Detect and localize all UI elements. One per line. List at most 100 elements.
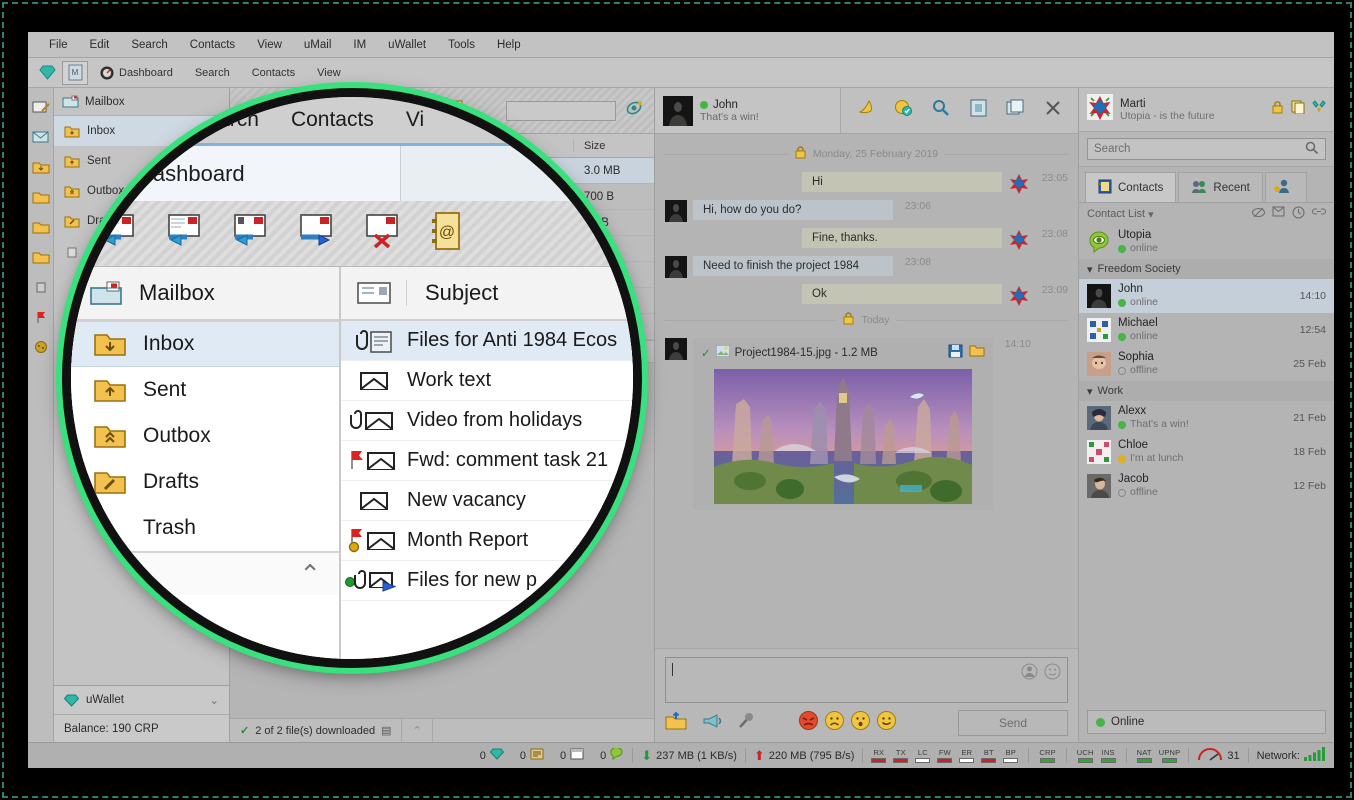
tab-dashboard[interactable]: Dashboard (90, 61, 183, 85)
my-status-selector[interactable]: Online (1087, 710, 1326, 734)
menu-item-uwallet[interactable]: uWallet (377, 32, 437, 58)
uwallet-title-row[interactable]: uWallet ⌄ (54, 686, 229, 714)
magnified-folder-outbox[interactable]: Outbox (71, 413, 339, 459)
magnified-mail-row[interactable]: New vacancy (341, 481, 633, 521)
umail-app-icon[interactable]: M (62, 60, 88, 85)
card-icon[interactable] (969, 98, 988, 123)
menu-item-umail[interactable]: uMail (293, 32, 342, 58)
magnified-tab-search[interactable]: Search (176, 108, 275, 132)
contact-group-header[interactable]: ▾ Work (1079, 381, 1334, 401)
list-item[interactable]: Michael online 12:54 (1079, 313, 1334, 347)
close-icon[interactable] (1043, 98, 1063, 123)
send-button[interactable]: Send (958, 710, 1068, 736)
list-item[interactable]: Sophia offline 25 Feb (1079, 347, 1334, 381)
chevron-down-icon[interactable]: ▾ (1087, 385, 1093, 398)
tab-contacts[interactable]: Contacts (242, 61, 305, 85)
menu-item-search[interactable]: Search (120, 32, 178, 58)
menu-item-im[interactable]: IM (342, 32, 377, 58)
emoji-picker-icon[interactable] (1044, 663, 1061, 685)
rail-folder-outbox-icon[interactable] (28, 212, 53, 242)
rail-flag-icon[interactable] (28, 302, 53, 332)
tab-search[interactable]: Search (185, 61, 240, 85)
menu-item-file[interactable]: File (38, 32, 79, 58)
magnified-mailbox-header[interactable]: Mailbox (71, 267, 339, 321)
link-icon[interactable] (1312, 206, 1326, 222)
magnified-mail-row[interactable]: Video from holidays (341, 401, 633, 441)
menu-item-edit[interactable]: Edit (79, 32, 121, 58)
tab-recent[interactable]: Recent (1178, 172, 1263, 202)
search-icon[interactable] (931, 98, 951, 123)
magnified-dashboard-tab[interactable]: Dashboard (71, 146, 401, 201)
open-folder-icon[interactable] (969, 344, 985, 361)
magnified-folder-trash[interactable]: Trash (71, 505, 339, 551)
magnified-folder-sent[interactable]: Sent (71, 367, 339, 413)
magnified-folder-inbox[interactable]: Inbox (71, 321, 339, 367)
chat-message-input[interactable] (665, 657, 1068, 703)
tab-view[interactable]: View (307, 61, 351, 85)
search-icon[interactable] (1305, 141, 1319, 158)
sad-emoji[interactable] (825, 711, 844, 735)
copy-id-icon[interactable] (1291, 100, 1305, 119)
magnified-mail-row[interactable]: Files for new p (341, 561, 633, 601)
lock-icon[interactable] (1271, 100, 1284, 119)
bell-icon[interactable] (856, 98, 876, 123)
surprised-emoji[interactable] (851, 711, 870, 735)
magnified-tab-view[interactable]: Vi (390, 108, 440, 132)
window-icon[interactable] (1005, 98, 1025, 123)
contact-group-header[interactable]: ▾ Freedom Society (1079, 259, 1334, 279)
file-card[interactable]: ✓ Project1984-15.jpg - 1.2 MB (693, 338, 993, 510)
angry-emoji[interactable] (799, 711, 818, 735)
save-file-icon[interactable] (948, 344, 963, 361)
tools-icon[interactable] (1312, 100, 1326, 119)
list-item[interactable]: Utopia online (1079, 225, 1334, 259)
chevron-down-icon[interactable]: ▾ (1087, 263, 1093, 276)
magnified-mail-row[interactable]: Work text (341, 361, 633, 401)
uwallet-collapse-icon[interactable]: ⌄ (209, 693, 219, 707)
megaphone-icon[interactable] (701, 712, 723, 735)
rail-cookie-icon[interactable] (28, 332, 53, 362)
chevron-up-icon[interactable]: ⌃ (299, 561, 321, 587)
rail-trash-icon[interactable] (28, 272, 53, 302)
hide-offline-icon[interactable] (1252, 206, 1265, 222)
chevron-down-icon[interactable]: ▾ (1148, 208, 1154, 221)
magnified-tab-contacts[interactable]: Contacts (275, 108, 390, 132)
list-item[interactable]: Chloe I'm at lunch 18 Feb (1079, 435, 1334, 469)
magnified-mail-row[interactable]: Fwd: comment task 21 (341, 441, 633, 481)
download-collapse-segment[interactable]: ⌃ (402, 719, 433, 742)
rail-folder-drafts-icon[interactable] (28, 242, 53, 272)
mail-icon[interactable] (1272, 206, 1285, 222)
history-icon[interactable] (1292, 206, 1305, 222)
magnified-forward-icon[interactable] (297, 213, 341, 254)
magnified-folders-more[interactable]: rs ⌃ (71, 551, 339, 595)
mail-list-icon-column-header[interactable] (341, 280, 407, 306)
magnified-tab-dashboard[interactable]: Dashboard (71, 112, 176, 129)
contact-list-label[interactable]: Contact List (1087, 208, 1145, 220)
file-card-image[interactable] (714, 369, 972, 504)
rail-compose-icon[interactable] (28, 92, 53, 122)
magnified-mail-row[interactable]: Month Report (341, 521, 633, 561)
magnified-folder-drafts[interactable]: Drafts (71, 459, 339, 505)
magnified-reply-all-icon[interactable] (231, 213, 275, 254)
magnified-subject-header[interactable]: Subject (407, 280, 498, 306)
menu-item-tools[interactable]: Tools (437, 32, 486, 58)
uwallet-app-icon[interactable] (34, 61, 60, 85)
my-profile[interactable]: Marti Utopia - is the future (1079, 88, 1334, 132)
chat-contact[interactable]: John That's a win! (655, 88, 841, 133)
menu-item-view[interactable]: View (246, 32, 293, 58)
rail-folder-sent-icon[interactable] (28, 182, 53, 212)
chat-messages[interactable]: Monday, 25 February 2019 Hi 23:05 Hi, ho… (655, 134, 1078, 648)
shield-check-icon[interactable] (893, 98, 913, 123)
smile-emoji[interactable] (877, 711, 896, 735)
magnified-delete-icon[interactable] (363, 213, 407, 254)
tab-contacts[interactable]: Contacts (1085, 172, 1177, 202)
magnified-reply-icon[interactable] (165, 213, 209, 254)
contacts-search-input[interactable]: Search (1087, 138, 1326, 160)
magnified-addressbook-icon[interactable]: @ (429, 211, 463, 256)
list-item[interactable]: John online 14:10 (1079, 279, 1334, 313)
save-icon[interactable]: ▤ (381, 724, 391, 737)
magnified-compose-icon[interactable] (99, 213, 143, 254)
list-item[interactable]: Jacob offline 12 Feb (1079, 469, 1334, 503)
rail-mailbox-icon[interactable] (28, 122, 53, 152)
microphone-icon[interactable] (737, 712, 755, 735)
contact-card-icon[interactable] (1021, 663, 1038, 685)
